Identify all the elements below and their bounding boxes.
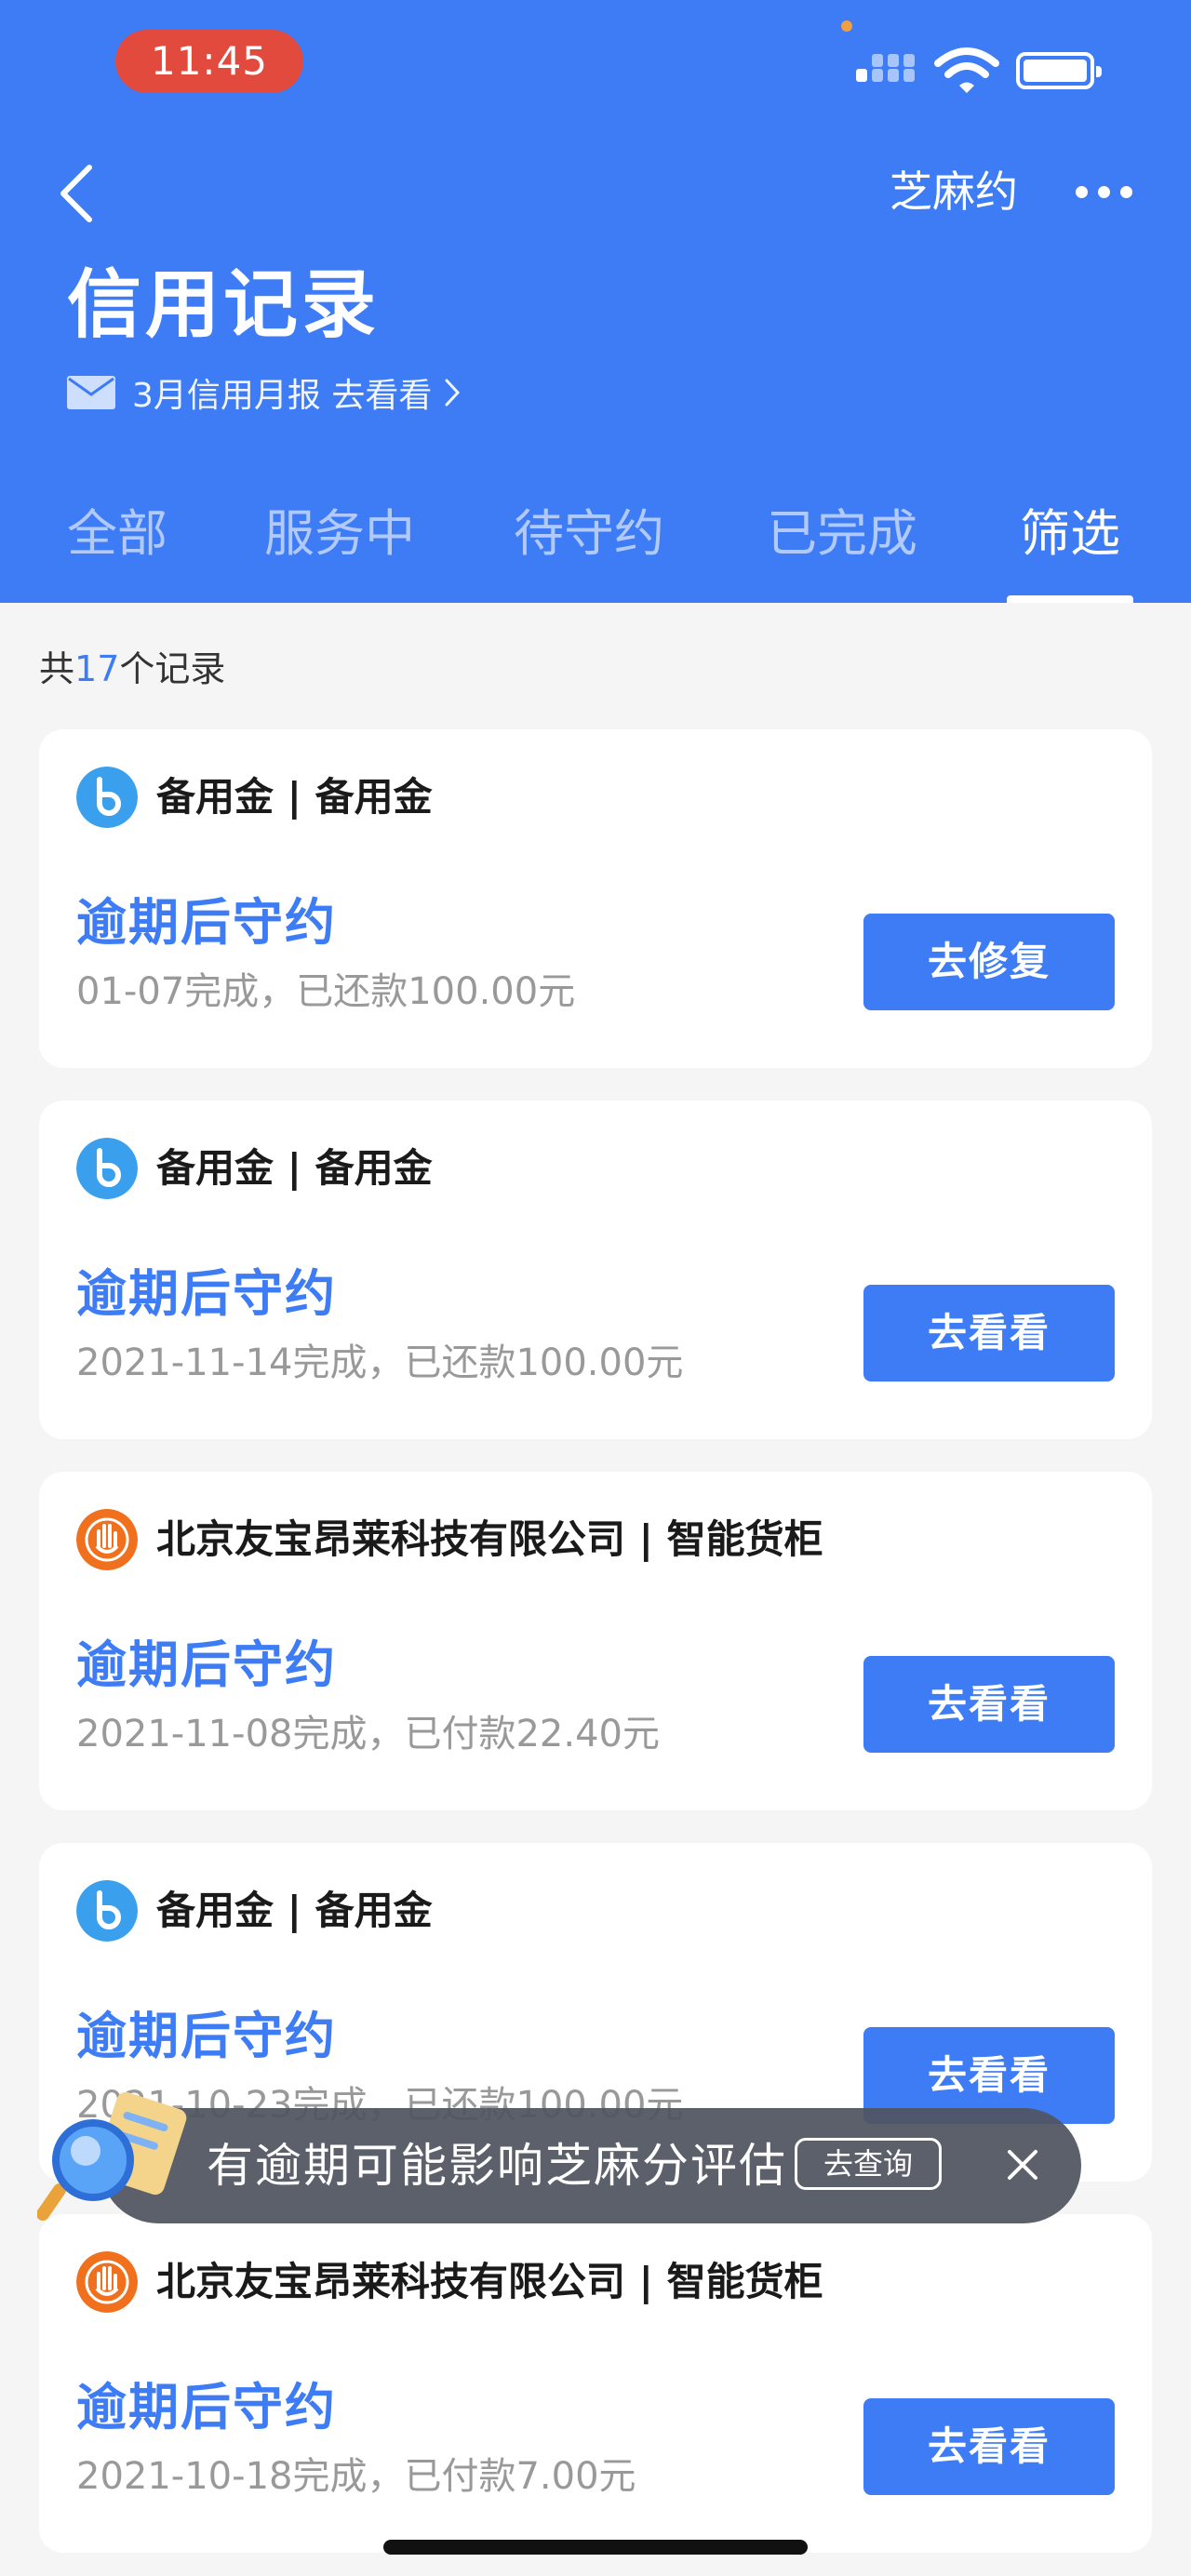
record-status: 逾期后守约 xyxy=(76,2007,337,2065)
view-button[interactable]: 去看看 xyxy=(863,2398,1115,2495)
monthly-report-link[interactable]: 3月信用月报 去看看 xyxy=(67,365,462,420)
tab-in-service[interactable]: 服务中 xyxy=(264,501,415,567)
youbao-logo xyxy=(76,1509,138,1570)
query-button[interactable]: 去查询 xyxy=(795,2138,942,2190)
credit-record-card[interactable]: 备用金 | 备用金 逾期后守约 2021-11-14完成，已还款100.00元 … xyxy=(39,1101,1152,1439)
record-status: 逾期后守约 xyxy=(76,893,337,952)
chevron-right-icon xyxy=(445,379,461,407)
active-tab-indicator xyxy=(1007,595,1133,603)
beiyongjin-logo xyxy=(76,767,138,828)
beiyongjin-logo xyxy=(76,1880,138,1942)
merchant-name: 北京友宝昂莱科技有限公司 | 智能货柜 xyxy=(156,2259,823,2304)
page-title: 信用记录 xyxy=(67,261,380,348)
status-time: 11:45 xyxy=(115,30,303,93)
record-count: 共17个记录 xyxy=(39,648,226,689)
youbao-logo xyxy=(76,2251,138,2313)
close-icon[interactable] xyxy=(1005,2147,1040,2182)
merchant-name: 备用金 | 备用金 xyxy=(156,1888,433,1933)
credit-record-card[interactable]: 北京友宝昂莱科技有限公司 | 智能货柜 逾期后守约 2021-11-08完成，已… xyxy=(39,1472,1152,1810)
monthly-report-text: 3月信用月报 去看看 xyxy=(132,377,433,415)
privacy-indicator-dot xyxy=(841,20,852,32)
magnifier-document-icon xyxy=(37,2091,187,2221)
home-indicator xyxy=(383,2540,808,2555)
repair-button[interactable]: 去修复 xyxy=(863,914,1115,1010)
credit-record-card[interactable]: 北京友宝昂莱科技有限公司 | 智能货柜 逾期后守约 2021-10-18完成，已… xyxy=(39,2214,1152,2553)
tab-completed[interactable]: 已完成 xyxy=(767,501,917,567)
tab-pending[interactable]: 待守约 xyxy=(514,501,664,567)
merchant-name: 备用金 | 备用金 xyxy=(156,1145,433,1191)
view-button[interactable]: 去看看 xyxy=(863,1285,1115,1381)
tab-filter[interactable]: 筛选 xyxy=(1020,501,1120,567)
beiyongjin-logo xyxy=(76,1138,138,1199)
header: 11:45 芝麻约 信用记录 3月信用月报 去看看 全部 服务中 待守约 已完成… xyxy=(0,0,1191,603)
battery-icon xyxy=(1016,52,1102,89)
record-detail: 2021-10-18完成，已付款7.00元 xyxy=(76,2455,636,2498)
toast-message: 有逾期可能影响芝麻分评估 xyxy=(207,2139,787,2193)
back-icon[interactable] xyxy=(52,160,108,225)
overdue-toast: 有逾期可能影响芝麻分评估 去查询 xyxy=(100,2108,1081,2223)
more-icon[interactable] xyxy=(1076,186,1133,199)
merchant-name: 备用金 | 备用金 xyxy=(156,774,433,820)
record-status: 逾期后守约 xyxy=(76,1264,337,1323)
record-detail: 2021-11-08完成，已付款22.40元 xyxy=(76,1713,660,1755)
record-detail: 2021-11-14完成，已还款100.00元 xyxy=(76,1341,684,1384)
record-status: 逾期后守约 xyxy=(76,2378,337,2436)
wifi-icon xyxy=(934,47,999,93)
view-button[interactable]: 去看看 xyxy=(863,1656,1115,1753)
tab-all[interactable]: 全部 xyxy=(67,501,167,567)
credit-record-card[interactable]: 备用金 | 备用金 逾期后守约 01-07完成，已还款100.00元 去修复 xyxy=(39,729,1152,1068)
record-detail: 01-07完成，已还款100.00元 xyxy=(76,970,576,1013)
zhima-appointment-link[interactable]: 芝麻约 xyxy=(890,164,1018,220)
merchant-name: 北京友宝昂莱科技有限公司 | 智能货柜 xyxy=(156,1516,823,1562)
record-status: 逾期后守约 xyxy=(76,1635,337,1694)
mail-icon xyxy=(67,376,115,409)
